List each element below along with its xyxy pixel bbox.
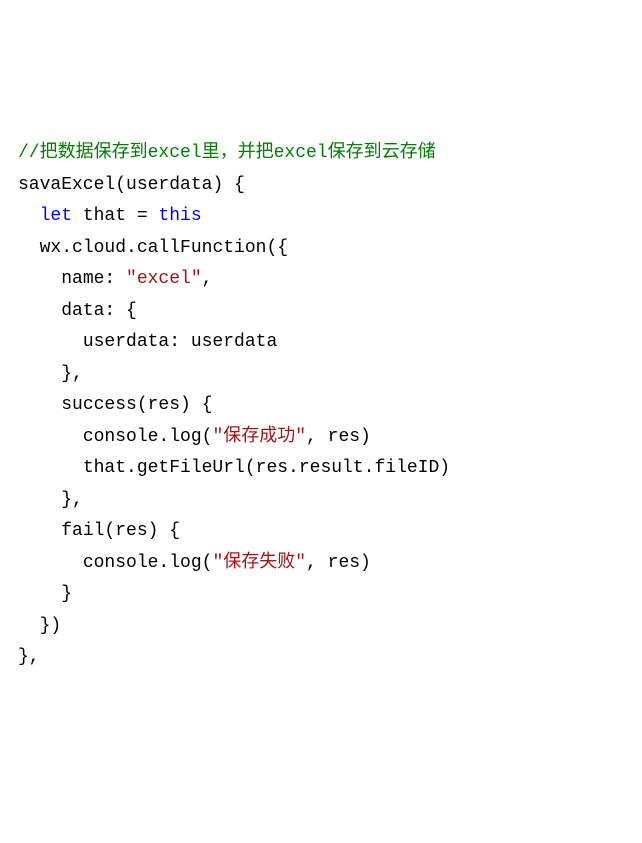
comment-text: //把数据保存到excel里，并把excel保存到云存储 bbox=[18, 143, 436, 163]
string-literal: "保存成功" bbox=[212, 427, 306, 447]
string-literal: "excel" bbox=[126, 269, 202, 289]
console-log: console.log( bbox=[83, 553, 213, 573]
code-editor: //把数据保存到excel里，并把excel保存到云存储 savaExcel(u… bbox=[18, 138, 624, 674]
code-line: success(res) { bbox=[18, 395, 212, 415]
keyword-this: this bbox=[158, 206, 201, 226]
code-line: }, bbox=[18, 490, 83, 510]
code-line: }) bbox=[18, 616, 61, 636]
code-line: name: "excel", bbox=[18, 269, 212, 289]
parameter: userdata bbox=[126, 175, 212, 195]
code-line: //把数据保存到excel里，并把excel保存到云存储 bbox=[18, 143, 436, 163]
code-line: userdata: userdata bbox=[18, 332, 277, 352]
keyword-let: let bbox=[40, 206, 72, 226]
brace-close: }, bbox=[61, 490, 83, 510]
callback-success: success(res) { bbox=[61, 395, 212, 415]
console-log: console.log( bbox=[83, 427, 213, 447]
string-literal: "保存失败" bbox=[212, 553, 306, 573]
property-data: data: { bbox=[61, 301, 137, 321]
code-line: data: { bbox=[18, 301, 137, 321]
code-line: console.log("保存失败", res) bbox=[18, 553, 371, 573]
code-line: savaExcel(userdata) { bbox=[18, 175, 245, 195]
brace-close: }, bbox=[18, 647, 40, 667]
callback-fail: fail(res) { bbox=[61, 521, 180, 541]
code-line: } bbox=[18, 584, 72, 604]
method-call: wx.cloud.callFunction({ bbox=[40, 238, 288, 258]
function-name: savaExcel bbox=[18, 175, 115, 195]
method-getfileurl: that.getFileUrl(res.result.fileID) bbox=[83, 458, 450, 478]
log-args: , res) bbox=[306, 427, 371, 447]
log-args: , res) bbox=[306, 553, 371, 573]
property-name: name: bbox=[61, 269, 126, 289]
property-userdata: userdata: userdata bbox=[83, 332, 277, 352]
code-line: that.getFileUrl(res.result.fileID) bbox=[18, 458, 450, 478]
code-line: wx.cloud.callFunction({ bbox=[18, 238, 288, 258]
variable-decl: that = bbox=[72, 206, 158, 226]
code-line: console.log("保存成功", res) bbox=[18, 427, 371, 447]
brace-close: }, bbox=[61, 364, 83, 384]
paren-close: }) bbox=[40, 616, 62, 636]
code-line: let that = this bbox=[18, 206, 202, 226]
code-line: fail(res) { bbox=[18, 521, 180, 541]
code-line: }, bbox=[18, 647, 40, 667]
code-line: }, bbox=[18, 364, 83, 384]
brace-close: } bbox=[61, 584, 72, 604]
